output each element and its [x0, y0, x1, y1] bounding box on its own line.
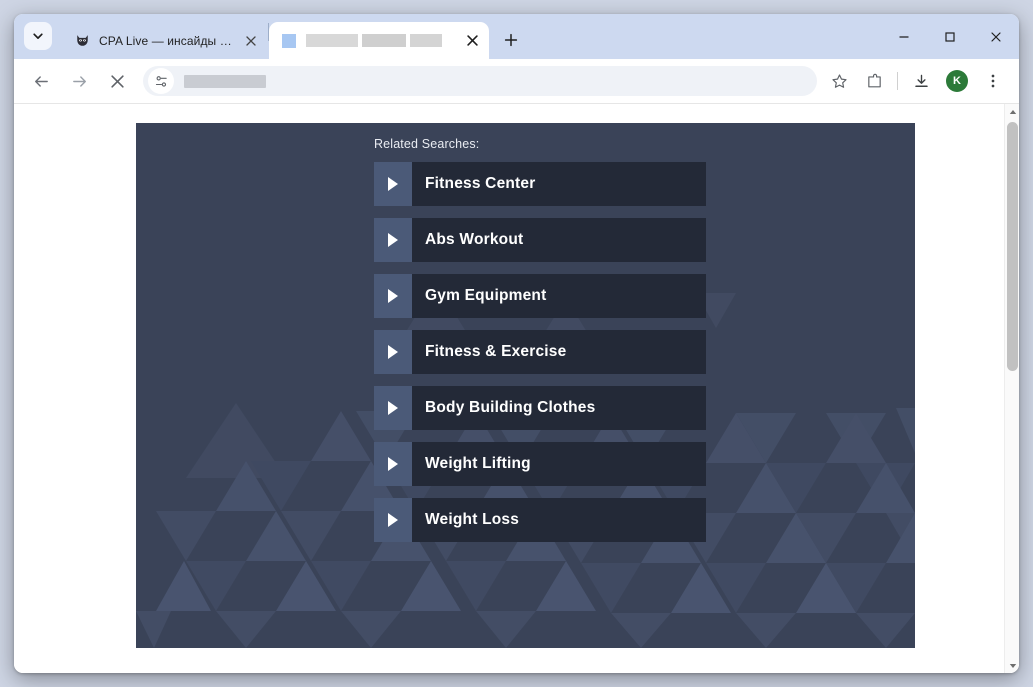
new-tab-button[interactable]: [497, 26, 525, 54]
related-search-label-box: Fitness & Exercise: [412, 330, 706, 374]
cat-favicon: [74, 33, 90, 49]
browser-tab-cpa-live[interactable]: CPA Live — инсайды рынка: [62, 22, 268, 59]
tab-title: CPA Live — инсайды рынка: [99, 33, 236, 48]
related-search-label: Gym Equipment: [425, 287, 547, 304]
related-search-label: Fitness & Exercise: [425, 343, 567, 360]
tab-search-button[interactable]: [24, 22, 52, 50]
minimize-button[interactable]: [881, 14, 927, 59]
browser-tab-active[interactable]: [269, 22, 489, 59]
address-bar[interactable]: [143, 66, 817, 96]
close-button[interactable]: [973, 14, 1019, 59]
stop-loading-button[interactable]: [102, 66, 132, 96]
play-arrow-icon: [374, 218, 412, 262]
tab-close-button[interactable]: [242, 32, 260, 50]
play-arrow-icon: [374, 274, 412, 318]
chevron-down-icon: [32, 30, 44, 42]
redacted-title-blocks: [306, 34, 457, 47]
related-search-label: Weight Lifting: [425, 455, 531, 472]
related-search-label-box: Weight Loss: [412, 498, 706, 542]
related-search-label-box: Body Building Clothes: [412, 386, 706, 430]
forward-button[interactable]: [64, 66, 94, 96]
tab-close-button[interactable]: [463, 32, 481, 50]
related-search-row[interactable]: Fitness Center: [374, 162, 706, 206]
parked-domain-page: Related Searches: Fitness Center Abs Work…: [136, 123, 915, 648]
scrollbar-thumb[interactable]: [1007, 122, 1018, 371]
desktop-background: CPA Live — инсайды рынка: [0, 0, 1033, 687]
related-search-label: Fitness Center: [425, 175, 536, 192]
avatar: K: [946, 70, 968, 92]
play-arrow-icon: [374, 386, 412, 430]
related-search-row[interactable]: Gym Equipment: [374, 274, 706, 318]
browser-window: CPA Live — инсайды рынка: [14, 14, 1019, 673]
related-search-row[interactable]: Weight Lifting: [374, 442, 706, 486]
related-search-label-box: Abs Workout: [412, 218, 706, 262]
profile-avatar-button[interactable]: K: [942, 66, 972, 96]
scroll-up-button[interactable]: [1005, 104, 1019, 119]
blank-favicon: [281, 33, 297, 49]
site-info-icon[interactable]: [148, 68, 174, 94]
related-searches-list: Fitness Center Abs Workout Gym Equipment Fi…: [374, 162, 915, 542]
scroll-down-button[interactable]: [1005, 658, 1019, 673]
url-text-redacted: [184, 74, 266, 88]
play-arrow-icon: [374, 442, 412, 486]
related-search-row[interactable]: Weight Loss: [374, 498, 706, 542]
tab-title-redacted: [306, 34, 457, 47]
vertical-scrollbar[interactable]: [1004, 104, 1019, 673]
page-content: Related Searches: Fitness Center Abs Work…: [136, 123, 915, 542]
related-search-label-box: Weight Lifting: [412, 442, 706, 486]
back-button[interactable]: [26, 66, 56, 96]
maximize-button[interactable]: [927, 14, 973, 59]
related-search-label: Abs Workout: [425, 231, 524, 248]
play-arrow-icon: [374, 498, 412, 542]
related-searches-heading: Related Searches:: [374, 137, 480, 151]
play-arrow-icon: [374, 330, 412, 374]
tab-strip: CPA Live — инсайды рынка: [14, 14, 1019, 59]
window-controls: [881, 14, 1019, 59]
toolbar-divider: [897, 72, 898, 90]
related-search-label-box: Gym Equipment: [412, 274, 706, 318]
related-search-label-box: Fitness Center: [412, 162, 706, 206]
related-search-row[interactable]: Fitness & Exercise: [374, 330, 706, 374]
page-viewport: Related Searches: Fitness Center Abs Work…: [14, 104, 1019, 673]
downloads-icon[interactable]: [906, 66, 936, 96]
browser-toolbar: K: [14, 59, 1019, 104]
bookmark-star-icon[interactable]: [824, 66, 854, 96]
extensions-icon[interactable]: [859, 66, 889, 96]
chrome-menu-button[interactable]: [978, 66, 1008, 96]
related-search-row[interactable]: Body Building Clothes: [374, 386, 706, 430]
related-search-label: Weight Loss: [425, 511, 520, 528]
related-search-row[interactable]: Abs Workout: [374, 218, 706, 262]
play-arrow-icon: [374, 162, 412, 206]
related-search-label: Body Building Clothes: [425, 399, 596, 416]
